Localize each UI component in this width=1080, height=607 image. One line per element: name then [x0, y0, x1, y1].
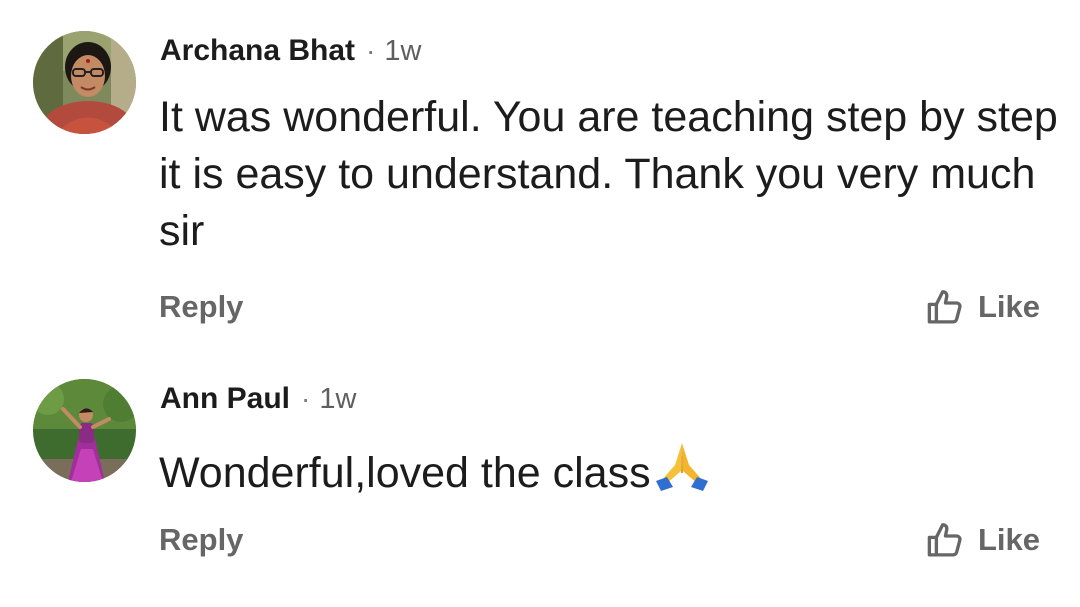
thumbs-up-icon	[927, 523, 962, 557]
author-name[interactable]: Ann Paul	[160, 382, 290, 416]
comment-actions: Reply Like	[159, 518, 1040, 562]
avatar[interactable]	[33, 379, 136, 482]
like-button[interactable]: Like	[925, 285, 1040, 329]
comment-actions: Reply Like	[159, 285, 1040, 329]
comment-text-content: Wonderful,loved the class	[159, 449, 651, 497]
reply-button[interactable]: Reply	[159, 285, 243, 329]
comment-meta: Ann Paul · 1w	[160, 379, 356, 419]
folded-hands-emoji-icon	[653, 437, 711, 508]
timestamp: 1w	[384, 34, 422, 67]
avatar[interactable]	[33, 31, 136, 134]
profile-photo-icon	[33, 31, 136, 134]
comment-meta: Archana Bhat · 1w	[160, 31, 421, 71]
reply-button[interactable]: Reply	[159, 518, 243, 562]
thumbs-up-icon	[927, 290, 962, 324]
timestamp: 1w	[319, 382, 357, 415]
comment-text: Wonderful,loved the class	[159, 437, 1059, 508]
profile-photo-icon	[33, 379, 136, 482]
meta-separator: ·	[366, 35, 376, 66]
like-button[interactable]: Like	[925, 518, 1040, 562]
like-label: Like	[977, 289, 1040, 324]
comment-text: It was wonderful. You are teaching step …	[159, 93, 1058, 255]
like-label: Like	[977, 522, 1040, 557]
author-name[interactable]: Archana Bhat	[160, 34, 355, 68]
meta-separator: ·	[301, 383, 311, 414]
